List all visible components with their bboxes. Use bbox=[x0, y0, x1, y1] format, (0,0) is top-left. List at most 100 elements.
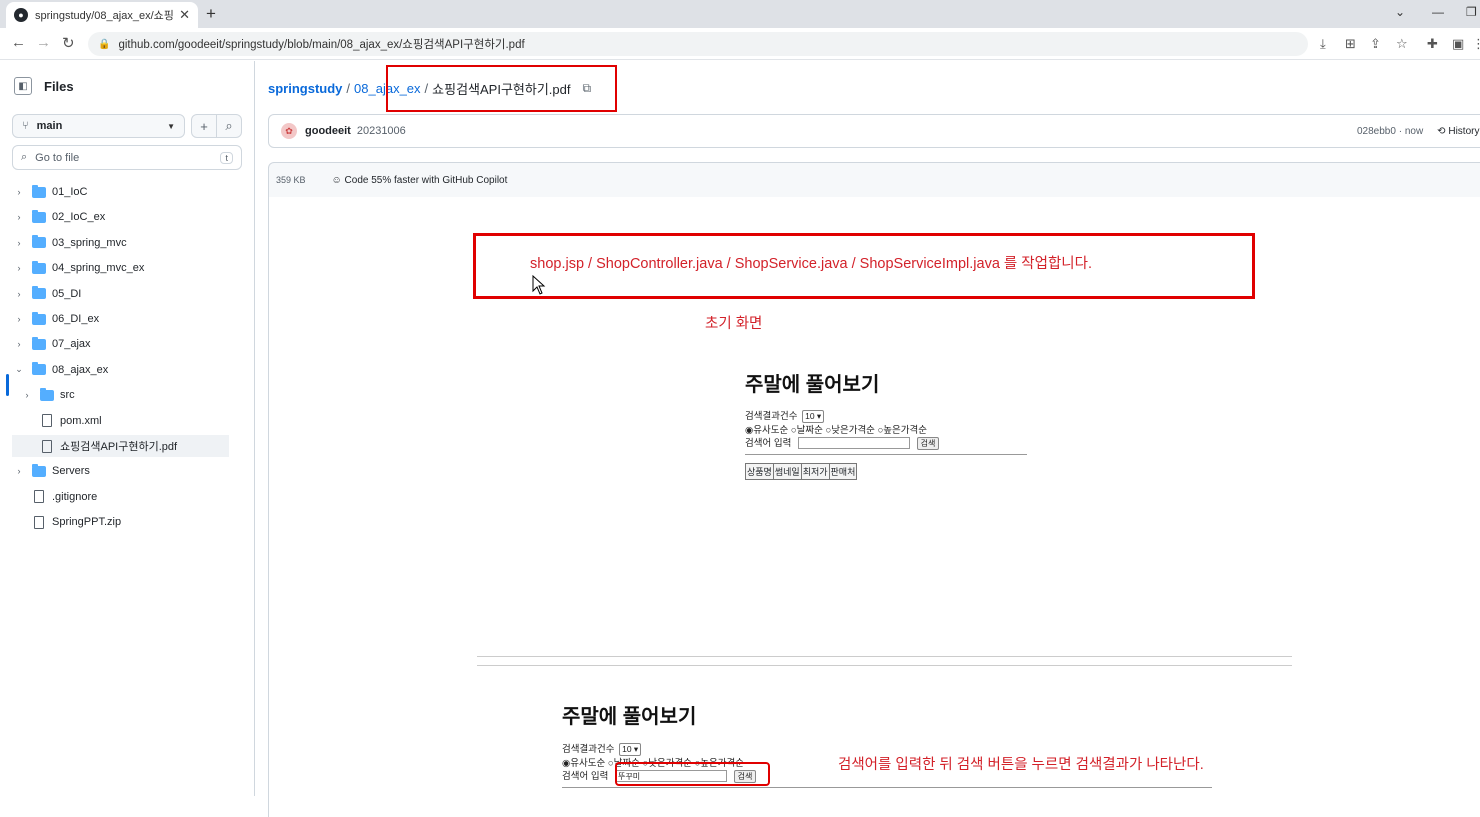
annotation-highlight-box bbox=[615, 762, 770, 786]
breadcrumb-repo-link[interactable]: springstudy bbox=[268, 81, 342, 96]
tree-item-label: 05_DI bbox=[52, 287, 82, 300]
search-icon: ⌕ bbox=[21, 151, 28, 163]
tree-item[interactable]: SpringPPT.zip bbox=[0, 511, 230, 533]
chevron-right-icon[interactable]: › bbox=[14, 238, 24, 248]
folder-icon bbox=[32, 311, 46, 325]
browser-tab-bar: ● springstudy/08_ajax_ex/쇼핑검 ✕ + ⌄ — ❐ bbox=[0, 0, 1480, 28]
annotation-highlight-box bbox=[473, 233, 1255, 299]
restore-icon[interactable]: ❐ bbox=[1466, 5, 1477, 19]
tree-item-label: src bbox=[60, 389, 75, 402]
tree-item[interactable]: › 07_ajax bbox=[0, 333, 230, 355]
avatar[interactable]: ✿ bbox=[281, 123, 297, 139]
mock-table-header-cell: 판매처 bbox=[829, 464, 857, 479]
tree-item-label: 01_IoC bbox=[52, 186, 88, 198]
add-file-icon[interactable]: + bbox=[192, 115, 217, 137]
chevron-right-icon[interactable]: › bbox=[14, 466, 24, 476]
file-icon bbox=[42, 439, 52, 453]
mock-search-button: 검색 bbox=[916, 436, 940, 450]
shortcut-key: t bbox=[220, 151, 233, 164]
chevron-right-icon[interactable]: › bbox=[22, 390, 32, 400]
tree-item[interactable]: › 03_spring_mvc bbox=[0, 232, 230, 254]
selected-indicator bbox=[6, 374, 9, 396]
tree-item-label: SpringPPT.zip bbox=[52, 516, 122, 529]
tree-item-label: 02_IoC_ex bbox=[52, 211, 106, 224]
mouse-cursor-icon bbox=[532, 275, 546, 295]
tree-item[interactable]: ⌄ 08_ajax_ex bbox=[0, 359, 230, 381]
new-tab-button[interactable]: + bbox=[206, 4, 216, 24]
url-bar[interactable]: 🔒 github.com/goodeeit/springstudy/blob/m… bbox=[88, 32, 1308, 56]
chevron-right-icon[interactable]: › bbox=[14, 263, 24, 273]
menu-icon[interactable]: ⋮ bbox=[1472, 36, 1480, 52]
chevron-right-icon[interactable]: › bbox=[14, 339, 24, 349]
folder-icon bbox=[32, 184, 46, 198]
mock-page-title: 주말에 풀어보기 bbox=[562, 706, 697, 728]
share-icon[interactable]: ⇪ bbox=[1370, 36, 1381, 52]
mock-result-count-row: 검색결과건수 10 ▾ bbox=[562, 741, 642, 756]
folder-icon bbox=[32, 209, 46, 223]
back-icon[interactable]: ← bbox=[11, 34, 26, 51]
history-label: History bbox=[1448, 125, 1480, 137]
bookmark-star-icon[interactable]: ☆ bbox=[1396, 36, 1408, 52]
pdf-initial-screen-label: 초기 화면 bbox=[705, 316, 763, 332]
tree-item[interactable]: › 04_spring_mvc_ex bbox=[0, 257, 230, 279]
file-icon bbox=[42, 414, 52, 428]
mock-result-count-label: 검색결과건수 bbox=[562, 744, 615, 755]
lock-icon: 🔒 bbox=[98, 38, 111, 50]
download-icon[interactable]: ⤓ bbox=[1320, 36, 1326, 52]
forward-icon[interactable]: → bbox=[36, 34, 51, 51]
translate-icon[interactable]: ⊞ bbox=[1345, 36, 1356, 52]
files-header: ◧ Files bbox=[14, 77, 74, 95]
commit-message[interactable]: 20231006 bbox=[357, 125, 406, 137]
folder-icon bbox=[40, 387, 54, 401]
commit-author[interactable]: goodeeit bbox=[305, 125, 351, 137]
chevron-down-icon[interactable]: ⌄ bbox=[14, 364, 24, 375]
chevron-right-icon[interactable]: › bbox=[14, 289, 24, 299]
file-size: 359 KB bbox=[276, 175, 306, 185]
pdf-page-separator bbox=[477, 656, 1292, 666]
branch-name: main bbox=[36, 120, 63, 132]
branch-selector[interactable]: ⑂ main ▼ bbox=[12, 114, 185, 138]
copilot-promo-text: Code 55% faster with GitHub Copilot bbox=[344, 174, 508, 186]
tree-item-label: 08_ajax_ex bbox=[52, 363, 109, 376]
mock-query-row: 검색어 입력 검색 bbox=[745, 435, 940, 450]
folder-icon bbox=[32, 362, 46, 376]
tree-item[interactable]: › Servers bbox=[0, 460, 230, 482]
browser-tab[interactable]: ● springstudy/08_ajax_ex/쇼핑검 ✕ bbox=[6, 2, 198, 28]
tab-search-icon[interactable]: ⌄ bbox=[1395, 5, 1405, 19]
tree-item[interactable]: 쇼핑검색API구현하기.pdf bbox=[12, 435, 229, 457]
minimize-icon[interactable]: — bbox=[1432, 5, 1444, 19]
file-header-bar: 359 KB ☺ Code 55% faster with GitHub Cop… bbox=[268, 162, 1480, 198]
mock-table-header-cell: 상품명 bbox=[746, 464, 774, 479]
chevron-right-icon[interactable]: › bbox=[14, 212, 24, 222]
mock-query-label: 검색어 입력 bbox=[562, 771, 609, 782]
extensions-icon[interactable]: ✚ bbox=[1427, 36, 1438, 52]
mock-sort-options: ◉유사도순 ○날짜순 ○낮은가격순 ○높은가격순 bbox=[745, 425, 928, 436]
add-search-group: + ⌕ bbox=[191, 114, 242, 138]
go-to-file-input[interactable]: ⌕ Go to file t bbox=[12, 145, 242, 170]
side-panel-icon[interactable]: ▣ bbox=[1452, 36, 1464, 52]
tree-item[interactable]: › 01_IoC bbox=[0, 181, 230, 203]
commit-sha-time[interactable]: 028ebb0 · now bbox=[1357, 126, 1423, 137]
tree-item[interactable]: .gitignore bbox=[0, 486, 230, 508]
copilot-promo[interactable]: ☺ Code 55% faster with GitHub Copilot bbox=[332, 175, 508, 186]
tab-close-icon[interactable]: ✕ bbox=[179, 7, 190, 23]
chevron-right-icon[interactable]: › bbox=[14, 314, 24, 324]
tree-item[interactable]: › src bbox=[0, 384, 230, 406]
address-toolbar: ← → ↻ 🔒 github.com/goodeeit/springstudy/… bbox=[0, 28, 1480, 60]
folder-icon bbox=[32, 260, 46, 274]
reload-icon[interactable]: ↻ bbox=[62, 34, 75, 52]
tree-item[interactable]: › 02_IoC_ex bbox=[0, 206, 230, 228]
collapse-pane-icon[interactable]: ◧ bbox=[14, 77, 32, 95]
files-title: Files bbox=[44, 78, 74, 94]
chevron-right-icon[interactable]: › bbox=[14, 187, 24, 197]
tree-item-label: 쇼핑검색API구현하기.pdf bbox=[60, 441, 178, 453]
tree-item[interactable]: › 06_DI_ex bbox=[0, 308, 230, 330]
history-button[interactable]: ⟲ History bbox=[1437, 126, 1479, 137]
mock-query-input bbox=[797, 437, 910, 450]
search-icon[interactable]: ⌕ bbox=[217, 115, 241, 137]
mock-result-count-label: 검색결과건수 bbox=[745, 411, 798, 422]
caret-down-icon: ▼ bbox=[167, 121, 175, 131]
tree-item[interactable]: pom.xml bbox=[0, 410, 230, 432]
mock-result-table-header: 상품명 썸네일 최저가 판매처 bbox=[745, 463, 858, 480]
tree-item[interactable]: › 05_DI bbox=[0, 283, 230, 305]
